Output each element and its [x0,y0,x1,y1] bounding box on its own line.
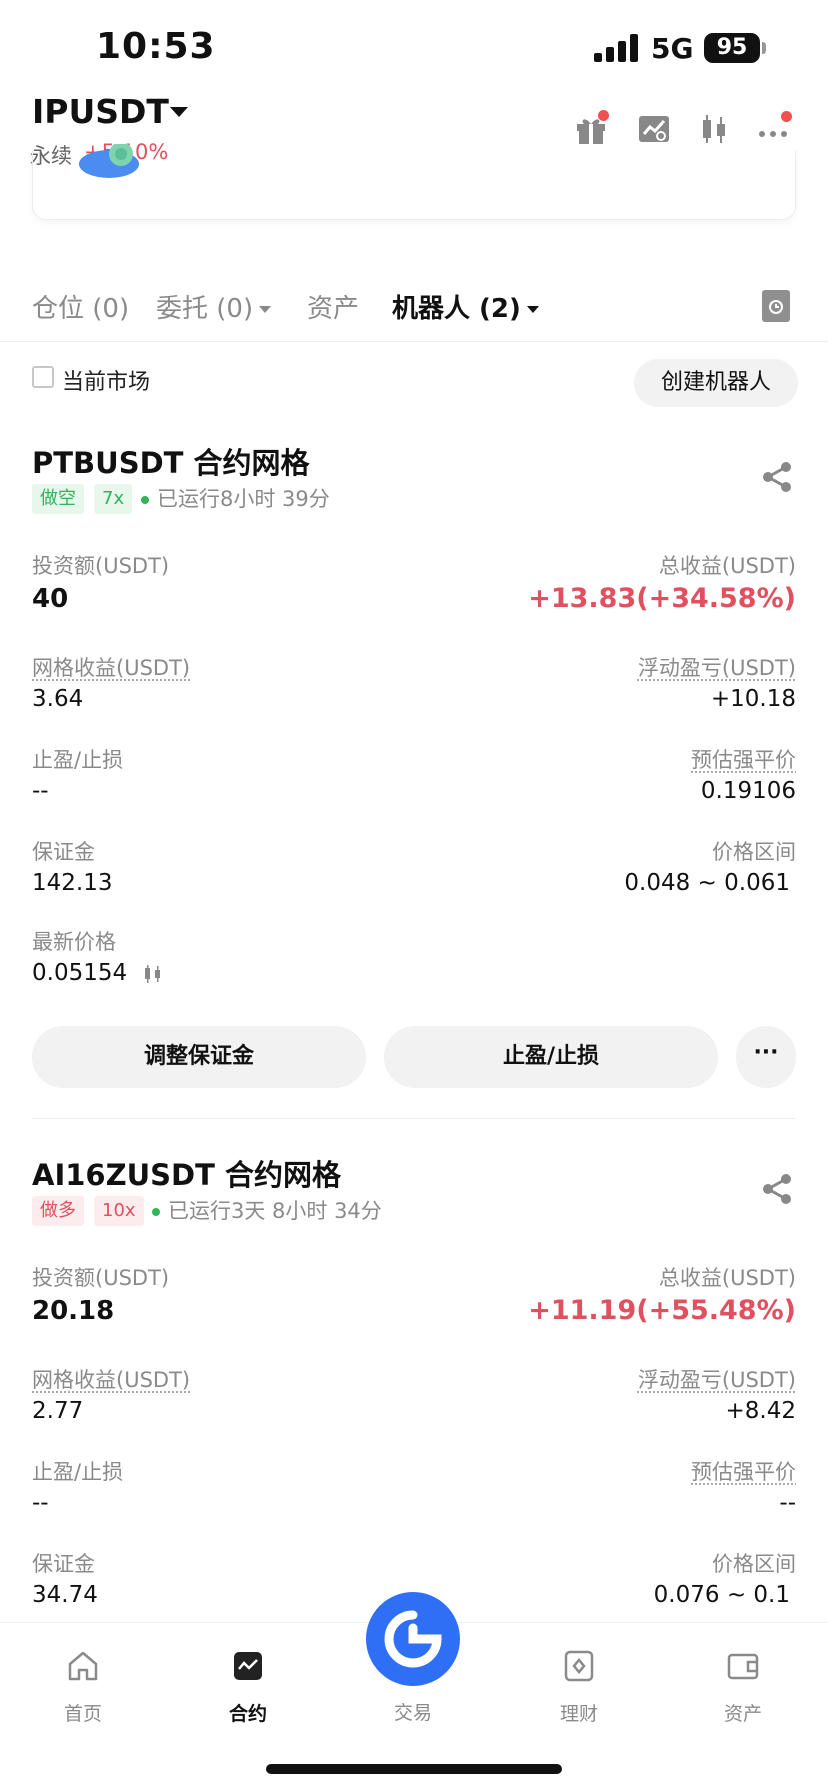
floating-pnl-label[interactable]: 浮动盈亏(USDT) [638,652,796,682]
leverage-tag: 7x [94,484,133,514]
tab-bots[interactable]: 机器人 (2) [392,288,539,325]
bot-more-button[interactable]: ··· [736,1026,796,1088]
running-dot [141,496,149,504]
adjust-margin-button[interactable]: 调整保证金 [32,1026,366,1088]
bot-title[interactable]: PTBUSDT 合约网格 [32,440,310,482]
price-range-value: 0.048 ~ 0.061 [624,870,790,896]
grid-profit-value: 3.64 [32,686,84,712]
nav-label: 首页 [63,1703,102,1725]
home-indicator [266,1764,562,1774]
side-tag: 做多 [32,1196,84,1226]
pair-selector[interactable]: IPUSDT [32,92,169,131]
banner-illustration [79,144,139,178]
tpsl-button[interactable]: 止盈/止损 [384,1026,718,1088]
caret-down-icon[interactable] [170,107,188,117]
current-market-label: 当前市场 [62,370,151,395]
share-icon[interactable] [760,460,794,494]
margin-label: 保证金 [32,1552,95,1576]
total-pnl-value: +13.83(+34.58%) [528,583,796,614]
tpsl-label: 止盈/止损 [32,1460,124,1484]
bot-title[interactable]: AI16ZUSDT 合约网格 [32,1152,341,1194]
history-icon[interactable] [762,290,790,322]
status-bar: 10:53 5G 95 [0,0,828,100]
floating-pnl-value: +10.18 [710,686,796,712]
running-dot [152,1208,160,1216]
side-tag: 做空 [32,484,84,514]
price-range-value: 0.076 ~ 0.1 [653,1582,790,1608]
position-tabs: 仓位 (0) 委托 (0) 资产 机器人 (2) [0,282,828,342]
investment-value: 20.18 [32,1296,115,1326]
grid-profit-value: 2.77 [32,1398,84,1424]
floating-pnl-label[interactable]: 浮动盈亏(USDT) [638,1364,796,1394]
liq-price-value: 0.19106 [700,778,796,804]
share-icon[interactable] [760,1172,794,1206]
home-icon [68,1651,98,1681]
trade-button[interactable] [366,1592,460,1686]
signal-icon [594,34,640,62]
status-time: 10:53 [96,26,216,67]
last-price-label: 最新价格 [32,930,116,954]
floating-pnl-value: +8.42 [725,1398,796,1424]
grid-profit-label[interactable]: 网格收益(USDT) [32,1364,190,1394]
battery-icon: 95 [704,33,760,63]
runtime: 已运行3天 8小时 34分 [168,1199,382,1223]
nav-label: 合约 [228,1703,267,1725]
investment-label: 投资额(USDT) [32,1266,170,1290]
candlestick-icon[interactable] [142,964,164,984]
nav-label: 资产 [723,1703,762,1725]
caret-down-icon [526,306,539,313]
last-price-value: 0.05154 [32,960,128,986]
trade-icon [384,1610,442,1668]
tab-assets[interactable]: 资产 [307,288,359,325]
earn-icon [564,1650,594,1682]
network-type: 5G [651,32,694,65]
runtime: 已运行8小时 39分 [157,487,330,511]
liq-price-label[interactable]: 预估强平价 [691,1456,796,1486]
tpsl-value: -- [32,778,49,804]
margin-label: 保证金 [32,840,95,864]
tpsl-value: -- [32,1490,49,1516]
price-range-label: 价格区间 [712,840,796,864]
investment-label: 投资额(USDT) [32,554,170,578]
caret-down-icon [259,306,272,313]
grid-profit-label[interactable]: 网格收益(USDT) [32,652,190,682]
divider [32,1118,796,1119]
margin-value: 34.74 [32,1582,98,1608]
gift-badge [598,110,609,121]
leverage-tag: 10x [94,1196,144,1226]
total-pnl-label: 总收益(USDT) [658,554,796,578]
tab-orders[interactable]: 委托 (0) [156,288,272,325]
wallet-icon [727,1653,759,1680]
chart-bot-icon[interactable] [637,112,671,146]
investment-value: 40 [32,584,69,614]
margin-value: 142.13 [32,870,113,896]
promo-banner[interactable] [32,144,796,220]
nav-label: 理财 [559,1703,598,1725]
total-pnl-value: +11.19(+55.48%) [528,1295,796,1326]
tpsl-label: 止盈/止损 [32,748,124,772]
battery-tip [762,42,766,54]
futures-icon [234,1652,262,1680]
more-badge [781,111,792,122]
liq-price-value: -- [779,1490,796,1516]
price-range-label: 价格区间 [712,1552,796,1576]
total-pnl-label: 总收益(USDT) [658,1266,796,1290]
tab-positions[interactable]: 仓位 (0) [32,288,129,325]
candlestick-icon[interactable] [697,112,731,146]
nav-trade-label[interactable]: 交易 [366,1698,460,1725]
create-bot-button[interactable]: 创建机器人 [634,359,798,407]
liq-price-label[interactable]: 预估强平价 [691,744,796,774]
current-market-checkbox[interactable] [32,366,54,388]
